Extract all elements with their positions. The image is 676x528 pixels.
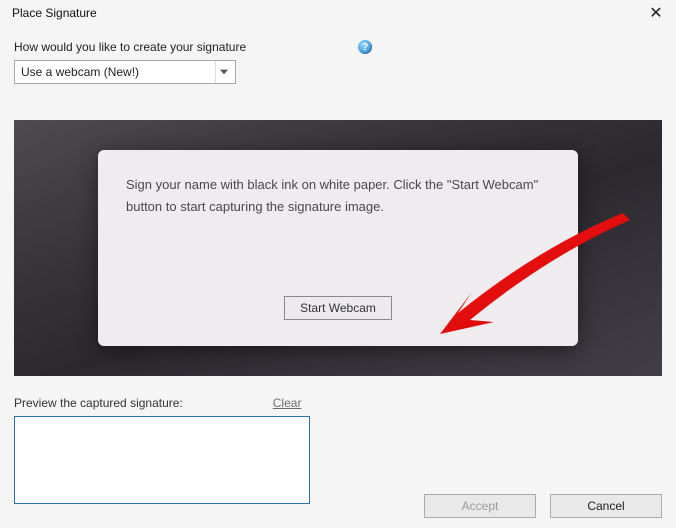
clear-link[interactable]: Clear (273, 396, 302, 410)
help-icon[interactable]: ? (358, 40, 372, 54)
accept-label: Accept (462, 499, 499, 513)
question-label: How would you like to create your signat… (14, 40, 246, 54)
webcam-capture-area: Sign your name with black ink on white p… (14, 120, 662, 376)
cancel-label: Cancel (587, 499, 624, 513)
dialog-content: How would you like to create your signat… (0, 26, 676, 504)
instruction-card: Sign your name with black ink on white p… (98, 150, 578, 346)
close-icon[interactable]: ✕ (644, 3, 668, 23)
signature-preview-box (14, 416, 310, 504)
question-row: How would you like to create your signat… (14, 40, 662, 54)
signature-method-dropdown[interactable]: Use a webcam (New!) (14, 60, 236, 84)
chevron-down-icon (215, 61, 231, 83)
instruction-text: Sign your name with black ink on white p… (126, 174, 550, 218)
titlebar: Place Signature ✕ (0, 0, 676, 26)
accept-button: Accept (424, 494, 536, 518)
start-webcam-label: Start Webcam (300, 301, 376, 315)
dialog-footer: Accept Cancel (424, 494, 662, 518)
dropdown-selected-value: Use a webcam (New!) (21, 65, 139, 79)
start-webcam-button[interactable]: Start Webcam (284, 296, 392, 320)
window-title: Place Signature (12, 6, 97, 20)
preview-label: Preview the captured signature: (14, 396, 183, 410)
annotation-arrow-icon (398, 208, 638, 348)
cancel-button[interactable]: Cancel (550, 494, 662, 518)
preview-header-row: Preview the captured signature: Clear (14, 396, 662, 410)
